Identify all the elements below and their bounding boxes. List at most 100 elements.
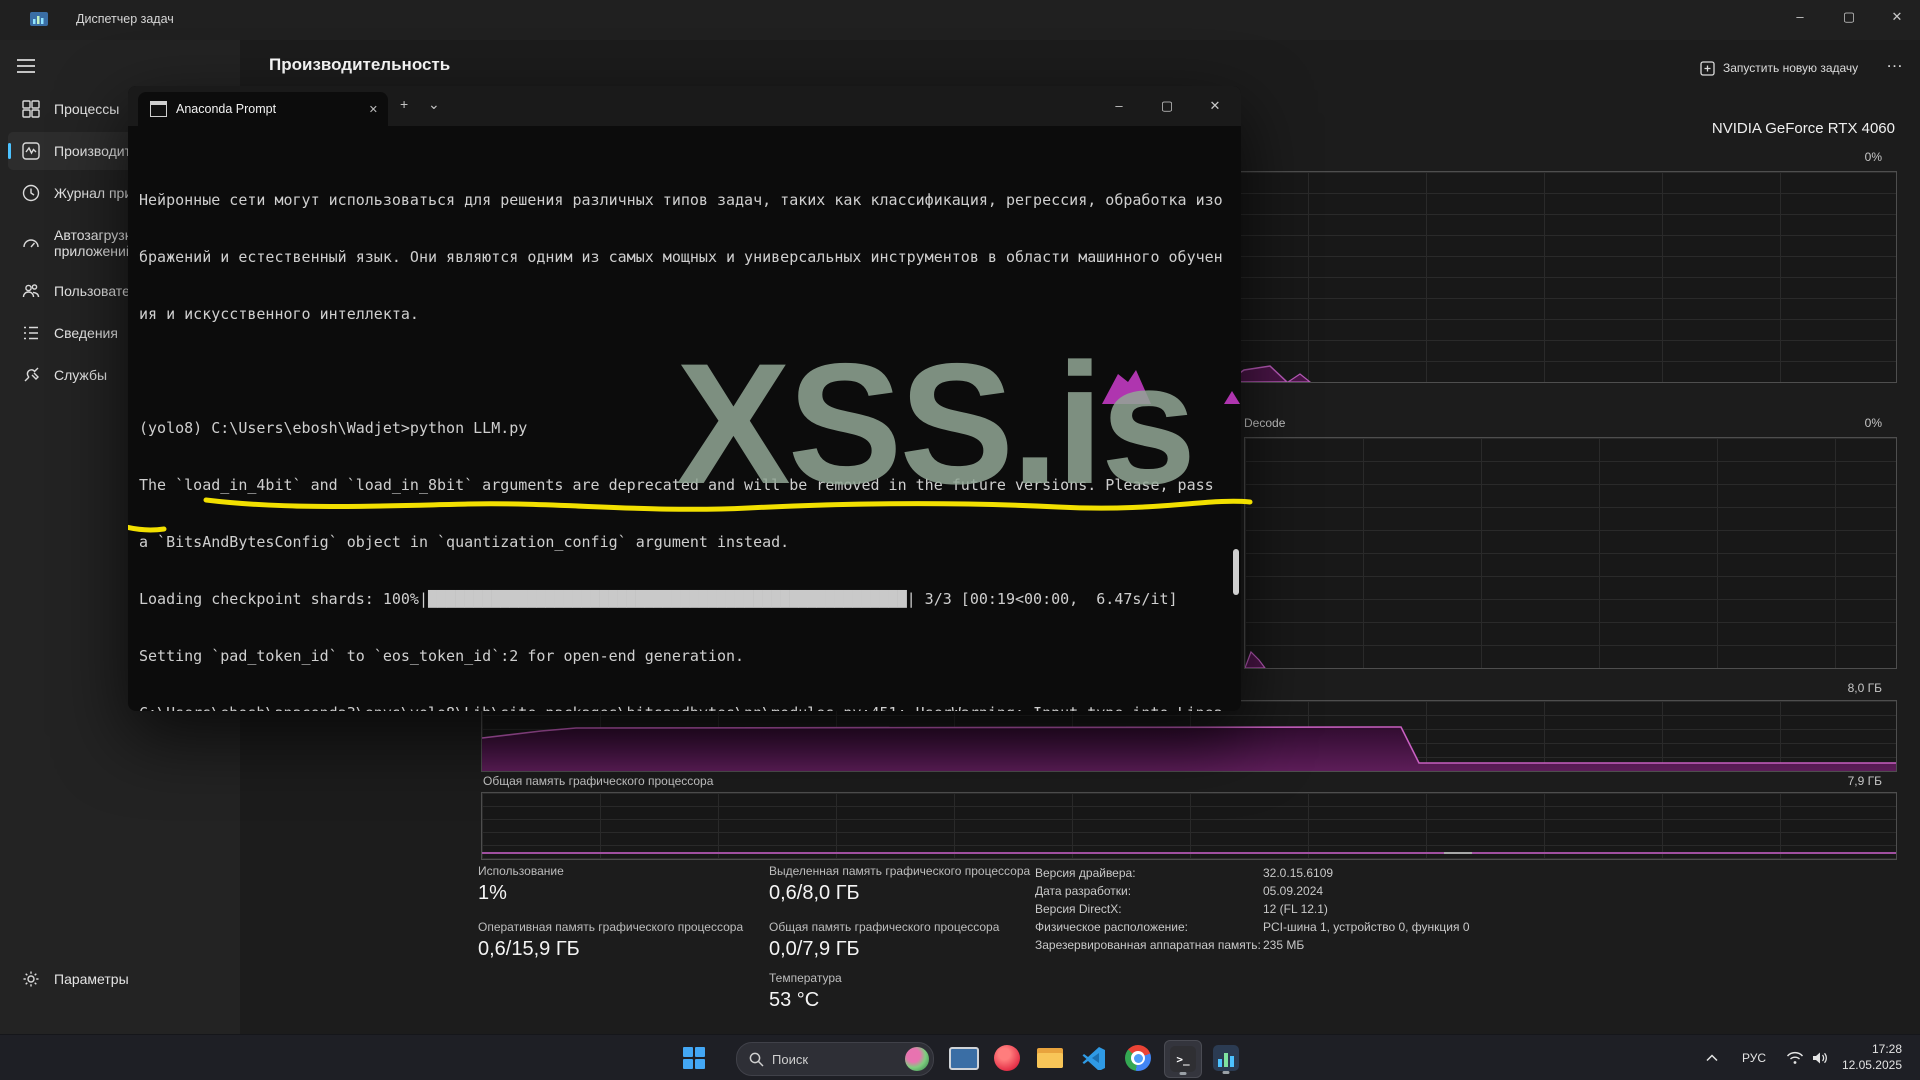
terminal-titlebar[interactable]: Anaconda Prompt ✕ + ⌄ – ▢ ✕ [128, 86, 1241, 126]
progress-line: Loading checkpoint shards: 100%|████████… [139, 590, 1233, 609]
terminal-line: C:\Users\ebosh\anaconda3\envs\yolo8\Lib\… [139, 704, 1233, 711]
screen: Диспетчер задач – ▢ ✕ Процессы Производи… [0, 0, 1920, 1080]
running-indicator [1180, 1072, 1187, 1075]
time: 17:28 [1842, 1041, 1902, 1057]
progress-suffix: | 3/3 [00:19<00:00, 6.47s/it] [907, 590, 1178, 608]
language-indicator[interactable]: РУС [1742, 1035, 1766, 1080]
chrome-icon [1125, 1045, 1151, 1071]
progress-prefix: Loading checkpoint shards: 100%| [139, 590, 428, 608]
close-button[interactable]: ✕ [1874, 2, 1920, 32]
usage-label: Использование [478, 864, 564, 878]
progress-bar: ████████████████████████████████████████… [428, 590, 907, 608]
taskmanager-titlebar: Диспетчер задач – ▢ ✕ [0, 0, 1920, 40]
taskbar-taskmanager-icon[interactable] [1208, 1040, 1244, 1076]
terminal-scrollbar-thumb[interactable] [1233, 549, 1239, 595]
driver-value: 32.0.15.6109 [1263, 866, 1333, 880]
run-new-task-icon [1700, 61, 1715, 76]
vscode-icon [1082, 1046, 1106, 1070]
console-icon [150, 101, 167, 117]
terminal-tab-title: Anaconda Prompt [176, 102, 369, 116]
gpu-name: NVIDIA GeForce RTX 4060 [1395, 120, 1895, 137]
wifi-icon [1786, 1051, 1804, 1065]
taskbar-terminal-icon-active[interactable]: >_ [1164, 1040, 1202, 1078]
shared-memory-value: 0,0/7,9 ГБ [769, 938, 860, 961]
terminal-line: бражений и естественный язык. Они являют… [139, 248, 1233, 267]
driver-label: Версия драйвера: [1035, 866, 1136, 880]
driver-value: PCI-шина 1, устройство 0, функция 0 [1263, 920, 1470, 934]
driver-label: Версия DirectX: [1035, 902, 1122, 916]
gpu-shared-memory-chart [481, 792, 1897, 860]
network-volume-button[interactable] [1786, 1035, 1828, 1080]
monitor-icon [949, 1047, 979, 1070]
running-indicator [1223, 1071, 1230, 1074]
gpu-shared-capacity: 7,9 ГБ [1800, 774, 1882, 788]
driver-label: Физическое расположение: [1035, 920, 1188, 934]
tray-chevron-button[interactable] [1706, 1035, 1718, 1080]
terminal-line: Нейронные сети могут использоваться для … [139, 191, 1233, 210]
driver-label: Дата разработки: [1035, 884, 1131, 898]
run-new-task-label: Запустить новую задачу [1723, 61, 1858, 75]
new-tab-button[interactable]: + [400, 96, 408, 112]
search-placeholder: Поиск [772, 1052, 905, 1067]
driver-label: Зарезервированная аппаратная память: [1035, 938, 1261, 952]
tab-dropdown-icon[interactable]: ⌄ [428, 96, 440, 113]
volume-icon [1812, 1051, 1828, 1065]
minimize-button[interactable]: – [1777, 2, 1823, 32]
red-circle-icon [994, 1045, 1020, 1071]
hamburger-menu-icon[interactable] [16, 58, 36, 74]
terminal-window: Anaconda Prompt ✕ + ⌄ – ▢ ✕ Нейронные се… [128, 86, 1241, 711]
search-box[interactable]: Поиск [736, 1042, 934, 1076]
terminal-line: The `load_in_4bit` and `load_in_8bit` ar… [139, 476, 1233, 495]
taskbar-red-app-icon[interactable] [989, 1040, 1025, 1076]
driver-value: 05.09.2024 [1263, 884, 1323, 898]
shared-memory-label: Общая память графического процессора [769, 920, 999, 934]
start-button[interactable] [676, 1040, 712, 1076]
driver-value: 235 МБ [1263, 938, 1304, 952]
gpu-util-percent: 0% [1800, 150, 1882, 164]
search-icon [749, 1052, 764, 1067]
folder-icon [1037, 1048, 1063, 1068]
terminal-line: ия и искусственного интеллекта. [139, 305, 1233, 324]
more-options-button[interactable]: … [1886, 52, 1903, 72]
terminal-tab[interactable]: Anaconda Prompt ✕ [138, 92, 388, 126]
gpu-ram-label: Оперативная память графического процессо… [478, 920, 743, 934]
taskmanager-app-icon [30, 10, 48, 28]
gpu-decode-label: Decode [1244, 416, 1285, 430]
taskbar: Поиск >_ РУС [0, 1034, 1920, 1080]
selected-indicator [8, 143, 11, 159]
search-highlight-icon [905, 1047, 929, 1071]
gpu-dedicated-capacity: 8,0 ГБ [1800, 681, 1882, 695]
terminal-line: a `BitsAndBytesConfig` object in `quanti… [139, 533, 1233, 552]
clock[interactable]: 17:28 12.05.2025 [1842, 1041, 1902, 1073]
tab-close-icon[interactable]: ✕ [369, 103, 378, 116]
sidebar-item-settings[interactable]: Параметры [8, 960, 232, 998]
taskbar-explorer-icon[interactable] [1032, 1040, 1068, 1076]
dedicated-memory-label: Выделенная память графического процессор… [769, 864, 1030, 878]
window-title: Диспетчер задач [76, 12, 174, 26]
windows-logo-icon [683, 1047, 705, 1069]
gpu-ram-value: 0,6/15,9 ГБ [478, 938, 580, 961]
terminal-content: Нейронные сети могут использоваться для … [128, 126, 1241, 711]
gpu-shared-memory-title: Общая память графического процессора [483, 774, 713, 788]
terminal-line [139, 362, 1233, 381]
dedicated-memory-value: 0,6/8,0 ГБ [769, 882, 860, 905]
taskbar-chrome-icon[interactable] [1120, 1040, 1156, 1076]
run-new-task-button[interactable]: Запустить новую задачу [1700, 55, 1858, 81]
terminal-line: Setting `pad_token_id` to `eos_token_id`… [139, 647, 1233, 666]
taskbar-monitor-app-icon[interactable] [946, 1040, 982, 1076]
terminal-maximize-button[interactable]: ▢ [1144, 86, 1190, 126]
terminal-icon: >_ [1170, 1046, 1196, 1072]
temperature-label: Температура [769, 971, 842, 985]
taskbar-vscode-icon[interactable] [1076, 1040, 1112, 1076]
taskmanager-icon [1213, 1045, 1239, 1071]
chevron-up-icon [1706, 1054, 1718, 1062]
temperature-value: 53 °C [769, 989, 819, 1012]
gpu-decode-chart [1244, 437, 1897, 669]
terminal-minimize-button[interactable]: – [1096, 86, 1142, 126]
terminal-close-button[interactable]: ✕ [1192, 86, 1238, 126]
maximize-button[interactable]: ▢ [1826, 2, 1872, 32]
usage-value: 1% [478, 882, 507, 905]
sidebar-item-label: Параметры [54, 971, 194, 987]
terminal-line: (yolo8) C:\Users\ebosh\Wadjet>python LLM… [139, 419, 1233, 438]
page-title: Производительность [269, 55, 450, 75]
